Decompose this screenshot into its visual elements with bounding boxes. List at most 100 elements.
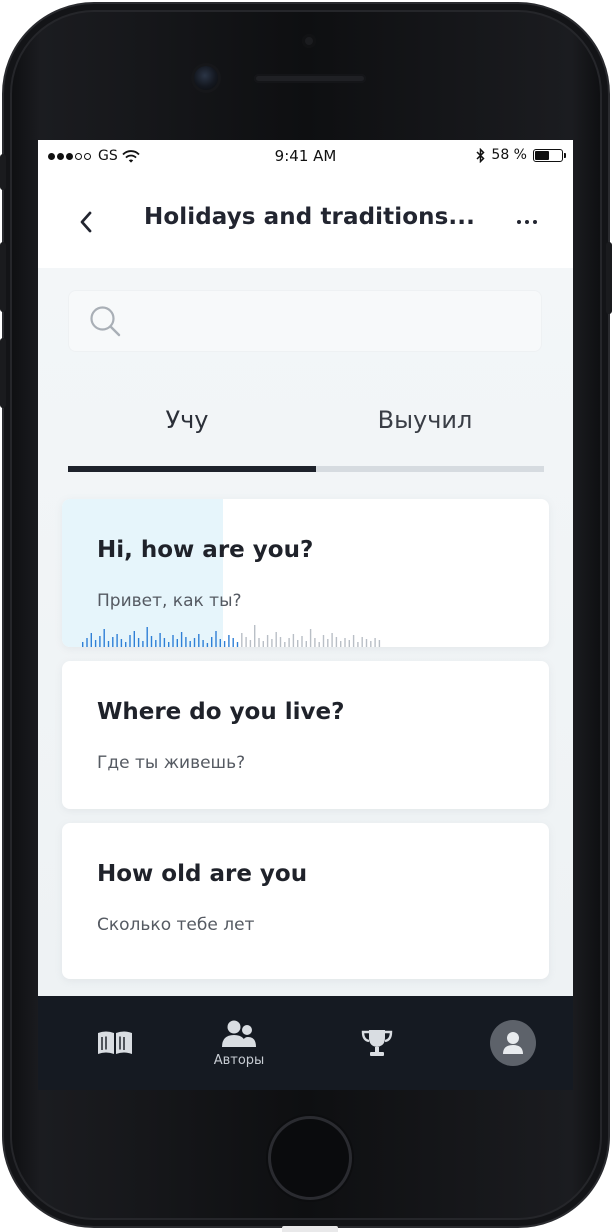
- tab-library[interactable]: [80, 996, 150, 1090]
- waveform-bar: [120, 639, 123, 647]
- waveform-bar: [215, 631, 217, 647]
- tab-authors-label: Авторы: [213, 1052, 265, 1068]
- waveform-bar: [86, 638, 88, 647]
- tab-learned[interactable]: Выучил: [306, 406, 544, 434]
- waveform-bar: [155, 640, 157, 647]
- waveform-bar: [103, 629, 105, 647]
- waveform-bar: [340, 641, 342, 647]
- waveform-bar: [344, 638, 346, 647]
- proximity-sensor: [302, 34, 316, 48]
- mute-switch: [0, 154, 6, 190]
- search-input[interactable]: [132, 300, 522, 342]
- phrase-card[interactable]: Hi, how are you? Привет, как ты?: [62, 499, 549, 647]
- waveform-bar: [348, 640, 350, 647]
- waveform-bar: [133, 631, 135, 647]
- waveform-bar: [146, 627, 148, 647]
- waveform-bar: [137, 638, 140, 647]
- waveform-bar: [378, 640, 381, 647]
- frame-edge: [282, 1226, 338, 1232]
- waveform-bar: [163, 638, 166, 647]
- bluetooth-icon: [476, 147, 485, 163]
- more-options-button[interactable]: [507, 204, 547, 240]
- waveform-bar: [309, 629, 312, 647]
- earpiece-speaker: [254, 74, 366, 83]
- battery-level: [535, 150, 549, 160]
- waveform-bar: [107, 641, 110, 647]
- waveform-bar: [236, 642, 239, 647]
- tab-profile[interactable]: [478, 996, 548, 1090]
- waveform-bar: [352, 635, 355, 647]
- waveform-bar: [322, 635, 325, 647]
- waveform-bar: [198, 634, 200, 647]
- book-icon: [98, 1031, 132, 1054]
- phrase-translation: Привет, как ты?: [97, 591, 242, 611]
- phrase-title: Hi, how are you?: [97, 537, 314, 563]
- waveform-bar: [125, 642, 127, 647]
- waveform-bar: [288, 638, 290, 647]
- waveform-bar: [142, 641, 144, 647]
- waveform-bar: [374, 638, 376, 647]
- phrase-translation: Сколько тебе лет: [97, 915, 255, 935]
- waveform-bar: [180, 632, 183, 647]
- waveform-bar: [211, 637, 213, 647]
- waveform-bar: [241, 633, 243, 647]
- waveform-bar: [361, 637, 363, 647]
- waveform-bar: [357, 642, 359, 647]
- waveform-bar: [258, 638, 260, 647]
- phrase-card[interactable]: Where do you live? Где ты живешь?: [62, 661, 549, 809]
- waveform-bar: [305, 641, 307, 647]
- search-icon: [90, 306, 121, 337]
- waveform-bar: [82, 642, 84, 647]
- waveform-bar: [116, 634, 118, 647]
- waveform-bar: [297, 640, 299, 647]
- waveform-bar: [249, 640, 252, 647]
- waveform-bar: [314, 638, 316, 647]
- tab-indicator: [68, 466, 316, 472]
- waveform-bar: [262, 641, 264, 647]
- waveform-bar: [370, 641, 372, 647]
- phrase-translation: Где ты живешь?: [97, 753, 246, 773]
- back-button[interactable]: [66, 202, 106, 242]
- audio-waveform[interactable]: [80, 621, 385, 647]
- waveform-bar: [185, 637, 187, 647]
- nav-bar: Holidays and traditions...: [38, 172, 573, 268]
- search-box[interactable]: [68, 290, 542, 352]
- waveform-bar: [112, 637, 114, 647]
- waveform-bar: [271, 639, 273, 647]
- waveform-bar: [193, 638, 196, 647]
- waveform-bar: [90, 633, 92, 647]
- main-content: Учу Выучил Hi, how are you? Привет, как …: [38, 268, 573, 996]
- waveform-bar: [284, 642, 286, 647]
- waveform-bar: [318, 642, 320, 647]
- trophy-icon: [361, 1030, 393, 1056]
- waveform-bar: [94, 640, 97, 647]
- waveform-bar: [223, 641, 226, 647]
- waveform-bar: [129, 635, 131, 647]
- tab-bar: Учу Выучил: [68, 396, 544, 476]
- volume-up-button: [0, 242, 6, 312]
- waveform-bar: [202, 640, 204, 647]
- waveform-bar: [206, 643, 209, 647]
- waveform-bar: [189, 641, 191, 647]
- status-right: 58 %: [476, 147, 566, 163]
- tab-learning[interactable]: Учу: [68, 406, 306, 434]
- waveform-bar: [168, 642, 170, 647]
- avatar: [490, 1020, 536, 1066]
- power-button: [606, 242, 612, 314]
- waveform-bar: [228, 635, 230, 647]
- tab-authors[interactable]: Авторы: [204, 996, 274, 1090]
- home-button[interactable]: [268, 1116, 352, 1200]
- phrase-title: How old are you: [97, 861, 308, 887]
- waveform-bar: [172, 635, 174, 647]
- battery-percent: 58 %: [491, 147, 527, 163]
- tab-achievements[interactable]: [342, 996, 412, 1090]
- phrase-card[interactable]: How old are you Сколько тебе лет: [62, 823, 549, 979]
- volume-down-button: [0, 338, 6, 408]
- waveform-bar: [292, 634, 295, 647]
- profile-icon: [503, 1032, 523, 1054]
- waveform-bar: [99, 636, 101, 647]
- bottom-tab-bar: Авторы: [38, 996, 573, 1090]
- waveform-bar: [275, 632, 277, 647]
- waveform-bar: [219, 639, 221, 647]
- waveform-bar: [331, 633, 333, 647]
